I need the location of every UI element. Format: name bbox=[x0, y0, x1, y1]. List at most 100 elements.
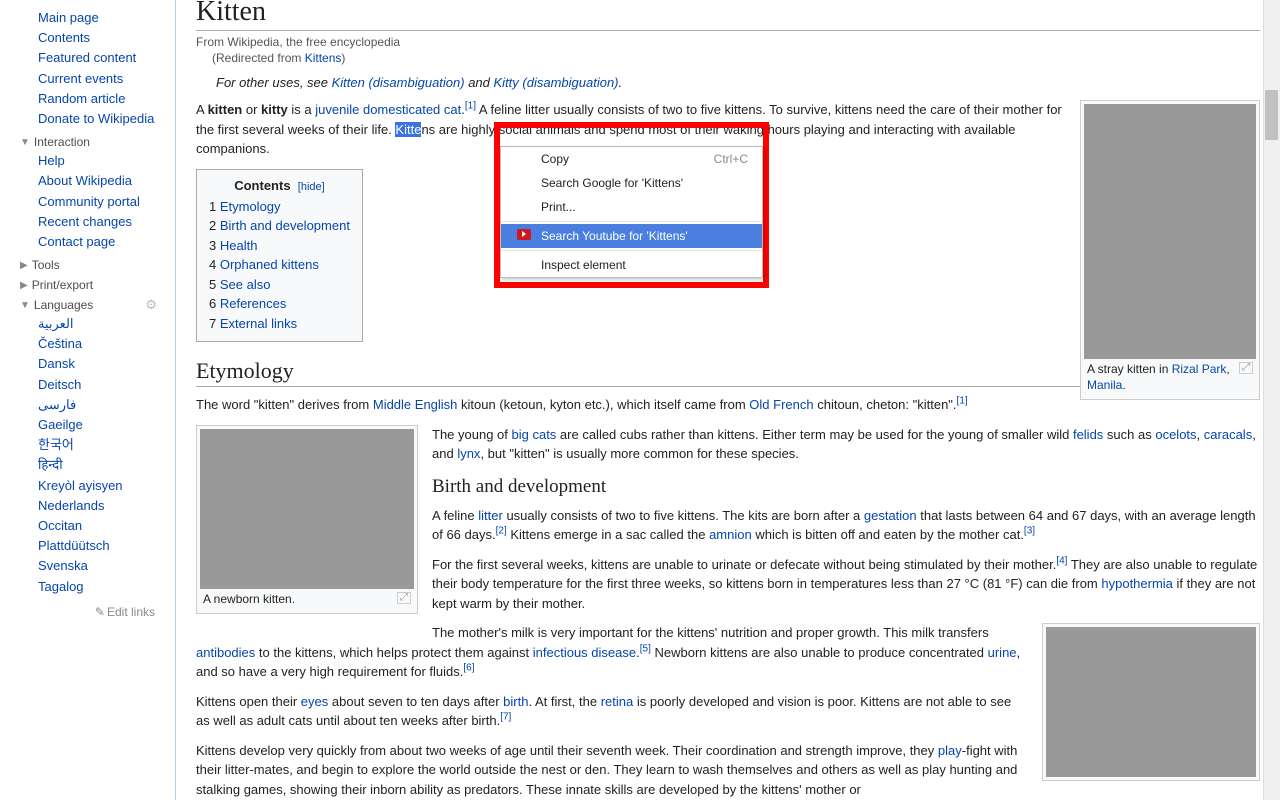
link[interactable]: retina bbox=[601, 694, 634, 709]
edit-links[interactable]: ✎Edit links bbox=[20, 605, 155, 619]
ref-link[interactable]: [3] bbox=[1024, 526, 1035, 537]
youtube-icon bbox=[517, 229, 531, 240]
link[interactable]: antibodies bbox=[196, 645, 255, 660]
link[interactable]: juvenile bbox=[315, 102, 359, 117]
link[interactable]: big cats bbox=[512, 427, 557, 442]
ctx-print[interactable]: Print... bbox=[501, 195, 762, 219]
disambig-link[interactable]: Kitty (disambiguation) bbox=[494, 75, 619, 90]
ctx-search-google[interactable]: Search Google for 'Kittens' bbox=[501, 171, 762, 195]
ctx-inspect[interactable]: Inspect element bbox=[501, 253, 762, 277]
ctx-label: Print... bbox=[541, 200, 576, 214]
toc-link[interactable]: External links bbox=[220, 316, 297, 331]
newborn-kitten-image[interactable] bbox=[200, 429, 414, 589]
text: A feline bbox=[432, 508, 478, 523]
ref-link[interactable]: [4] bbox=[1056, 555, 1067, 566]
link[interactable]: gestation bbox=[864, 508, 917, 523]
sidebar-link[interactable]: हिन्दी bbox=[38, 457, 63, 472]
ctx-separator bbox=[501, 250, 762, 251]
sidebar-section-languages[interactable]: ▼ Languages ⚙ bbox=[20, 298, 175, 312]
sidebar-link[interactable]: العربية bbox=[38, 316, 74, 331]
sidebar-link[interactable]: Main page bbox=[38, 10, 99, 25]
chevron-right-icon: ▶ bbox=[20, 260, 28, 271]
sidebar-link[interactable]: Help bbox=[38, 153, 65, 168]
ref-link[interactable]: [5] bbox=[640, 643, 651, 654]
sidebar-link[interactable]: فارسی bbox=[38, 397, 76, 412]
sidebar-item: Random article bbox=[38, 89, 175, 109]
link[interactable]: eyes bbox=[301, 694, 328, 709]
vertical-scrollbar[interactable] bbox=[1263, 0, 1280, 800]
ref-link[interactable]: [7] bbox=[500, 712, 511, 723]
ref-link[interactable]: [6] bbox=[463, 663, 474, 674]
link[interactable]: amnion bbox=[709, 527, 752, 542]
disambig-link[interactable]: Kitten (disambiguation) bbox=[332, 75, 465, 90]
toc-link[interactable]: Orphaned kittens bbox=[220, 257, 319, 272]
page-title: Kitten bbox=[196, 0, 1260, 31]
ctx-copy[interactable]: Copy Ctrl+C bbox=[501, 147, 762, 171]
link[interactable]: hypothermia bbox=[1101, 576, 1173, 591]
link[interactable]: caracals bbox=[1204, 427, 1252, 442]
sidebar-link[interactable]: Tagalog bbox=[38, 579, 84, 594]
link[interactable]: litter bbox=[478, 508, 503, 523]
ctx-label: Search Youtube for 'Kittens' bbox=[541, 229, 688, 243]
toc-link[interactable]: Health bbox=[220, 238, 258, 253]
sidebar-item: Gaeilge bbox=[38, 415, 175, 435]
scrollbar-thumb[interactable] bbox=[1265, 90, 1278, 140]
link[interactable]: urine bbox=[988, 645, 1017, 660]
sidebar-label: Print/export bbox=[32, 278, 93, 292]
ref-link[interactable]: [1] bbox=[465, 101, 476, 112]
toc-link[interactable]: References bbox=[220, 296, 286, 311]
ctx-search-youtube[interactable]: Search Youtube for 'Kittens' bbox=[501, 224, 762, 248]
toc-hide-link[interactable]: [hide] bbox=[298, 181, 325, 193]
sidebar-link[interactable]: Plattdüütsch bbox=[38, 538, 110, 553]
link[interactable]: Rizal Park bbox=[1172, 362, 1227, 376]
context-menu-highlight: Copy Ctrl+C Search Google for 'Kittens' … bbox=[494, 122, 769, 288]
link[interactable]: ocelots bbox=[1155, 427, 1196, 442]
enlarge-icon[interactable]: ⤢ bbox=[1239, 362, 1253, 374]
toc-link[interactable]: Etymology bbox=[220, 199, 281, 214]
link[interactable]: felids bbox=[1073, 427, 1103, 442]
sidebar-link[interactable]: Gaeilge bbox=[38, 417, 83, 432]
sidebar-link[interactable]: Recent changes bbox=[38, 214, 132, 229]
sidebar-link[interactable]: About Wikipedia bbox=[38, 173, 132, 188]
sidebar-link[interactable]: Deitsch bbox=[38, 377, 81, 392]
sidebar-link[interactable]: 한국어 bbox=[38, 437, 74, 452]
nursing-kittens-image[interactable] bbox=[1046, 627, 1256, 777]
gear-icon[interactable]: ⚙ bbox=[145, 297, 157, 313]
link[interactable]: infectious disease bbox=[533, 645, 636, 660]
sidebar-link[interactable]: Occitan bbox=[38, 518, 82, 533]
sidebar-link[interactable]: Dansk bbox=[38, 356, 75, 371]
text: ) bbox=[341, 51, 345, 65]
ref-link[interactable]: [2] bbox=[496, 526, 507, 537]
toc-link[interactable]: See also bbox=[220, 277, 271, 292]
link[interactable]: Old French bbox=[749, 397, 813, 412]
link[interactable]: birth bbox=[503, 694, 528, 709]
sidebar-link[interactable]: Donate to Wikipedia bbox=[38, 111, 154, 126]
sidebar-link[interactable]: Čeština bbox=[38, 336, 82, 351]
sidebar-section-interaction[interactable]: ▼ Interaction bbox=[20, 135, 175, 149]
link[interactable]: Middle English bbox=[373, 397, 458, 412]
stray-kitten-image[interactable] bbox=[1084, 104, 1256, 359]
sidebar-item: Svenska bbox=[38, 556, 175, 576]
text: Newborn kittens are also unable to produ… bbox=[651, 645, 988, 660]
bold: kitty bbox=[261, 102, 288, 117]
link[interactable]: play bbox=[938, 743, 962, 758]
sidebar-section-print[interactable]: ▶ Print/export bbox=[20, 278, 175, 292]
sidebar-link[interactable]: Contact page bbox=[38, 234, 115, 249]
ref-link[interactable]: [1] bbox=[957, 396, 968, 407]
sidebar-link[interactable]: Nederlands bbox=[38, 498, 105, 513]
link[interactable]: domesticated cat bbox=[363, 102, 461, 117]
sidebar-link[interactable]: Current events bbox=[38, 71, 123, 86]
sidebar-link[interactable]: Svenska bbox=[38, 558, 88, 573]
sidebar-link[interactable]: Contents bbox=[38, 30, 90, 45]
sidebar-section-tools[interactable]: ▶ Tools bbox=[20, 258, 175, 272]
sidebar-link[interactable]: Featured content bbox=[38, 50, 136, 65]
sidebar-link[interactable]: Random article bbox=[38, 91, 125, 106]
redirect-link[interactable]: Kittens bbox=[305, 51, 342, 65]
toc-link[interactable]: Birth and development bbox=[220, 218, 350, 233]
link[interactable]: Manila bbox=[1087, 378, 1122, 392]
enlarge-icon[interactable]: ⤢ bbox=[397, 592, 411, 604]
sidebar-link[interactable]: Community portal bbox=[38, 194, 140, 209]
sidebar-item: Kreyòl ayisyen bbox=[38, 476, 175, 496]
sidebar-link[interactable]: Kreyòl ayisyen bbox=[38, 478, 123, 493]
link[interactable]: lynx bbox=[457, 446, 480, 461]
